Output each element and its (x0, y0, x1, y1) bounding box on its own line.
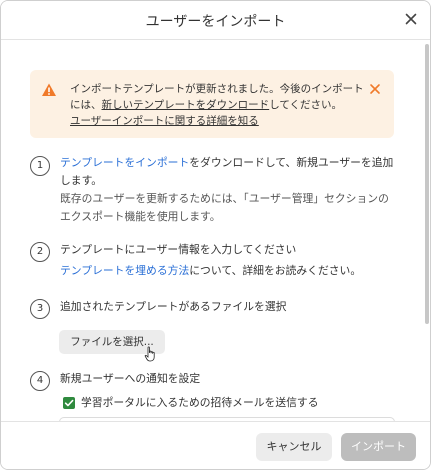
content-scrollbar[interactable] (424, 40, 430, 421)
hand-cursor-icon (144, 346, 155, 362)
new-template-download-link[interactable]: 新しいテンプレートをダウンロード (102, 99, 270, 111)
step-1-text: テンプレートをインポートをダウンロードして、新規ユーザーを追加します。 (60, 154, 395, 190)
step-2-text: テンプレートにユーザー情報を入力してください (60, 243, 297, 256)
import-button[interactable]: インポート (341, 433, 416, 461)
alert-message: インポートテンプレートが更新されました。今後のインポートには、新しいテンプレート… (70, 81, 370, 129)
alert-text-2: してください。 (269, 99, 343, 111)
dialog-header: ユーザーをインポート (1, 1, 430, 40)
step-4-number: 4 (30, 371, 50, 391)
send-invite-checkbox[interactable] (63, 397, 75, 409)
step-2-help-text: について、詳細をお読みください。 (189, 264, 362, 277)
import-users-dialog: ユーザーをインポート インポートテンプレートが更新されました。今後のインポートに… (0, 0, 431, 470)
step-3-text: 追加されたテンプレートがあるファイルを選択 (60, 300, 287, 313)
step-4-text: 新規ユーザーへの通知を設定 (60, 372, 201, 385)
fill-template-link[interactable]: テンプレートを埋める方法 (60, 264, 189, 277)
send-invite-label: 学習ポータルに入るための招待メールを送信する (81, 396, 319, 409)
step-1-number: 1 (30, 156, 50, 176)
warning-icon (42, 83, 56, 96)
step-3-number: 3 (30, 299, 50, 319)
step-1-subtext: 既存のユーザーを更新するためには、「ユーザー管理」セクションのエクスポート機能を… (60, 192, 389, 223)
scrollbar-thumb[interactable] (425, 44, 429, 324)
template-update-alert: インポートテンプレートが更新されました。今後のインポートには、新しいテンプレート… (30, 70, 394, 138)
cancel-button[interactable]: キャンセル (256, 433, 332, 461)
dialog-footer: キャンセル インポート (1, 421, 430, 469)
step-2-help: テンプレートを埋める方法について、詳細をお読みください。 (60, 262, 395, 280)
close-icon[interactable] (402, 10, 420, 28)
dialog-title: ユーザーをインポート (145, 14, 286, 30)
import-details-link[interactable]: ユーザーインポートに関する詳細を知る (70, 115, 259, 127)
alert-close-icon[interactable] (368, 82, 382, 96)
dialog-content[interactable]: インポートテンプレートが更新されました。今後のインポートには、新しいテンプレート… (1, 40, 430, 421)
step-2-number: 2 (30, 242, 50, 262)
checkmark-icon (64, 399, 74, 407)
template-import-link[interactable]: テンプレートをインポート (60, 156, 189, 169)
